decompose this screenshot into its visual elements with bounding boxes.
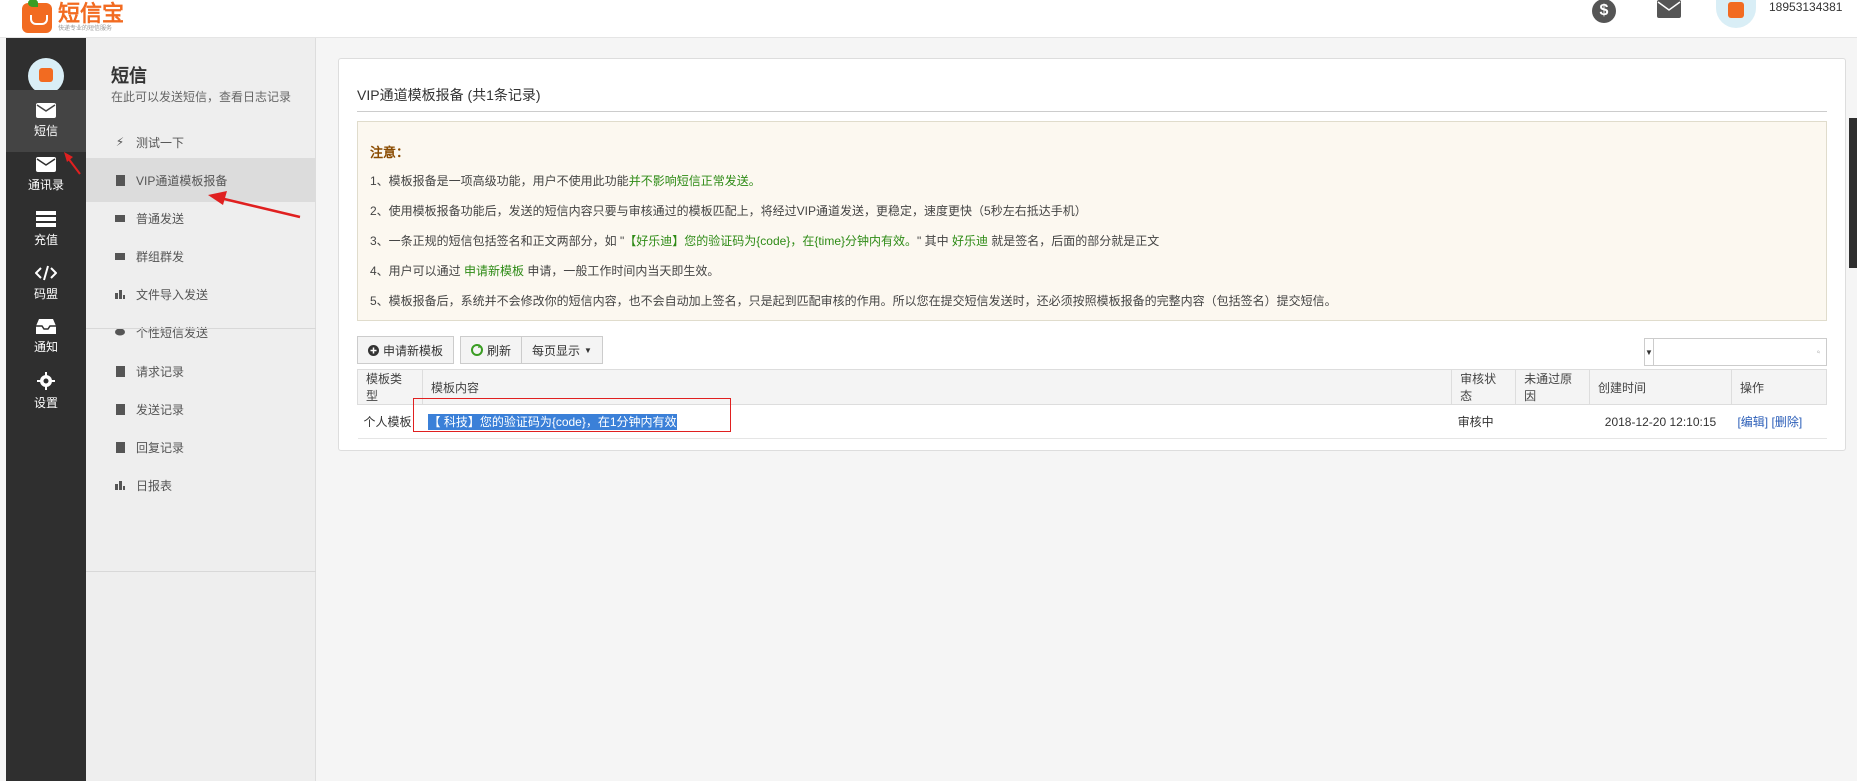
caret-down-icon: ▼: [1645, 347, 1653, 357]
messages-button[interactable]: [1656, 0, 1682, 22]
sidebar-logo: [28, 58, 64, 94]
page-title: VIP通道模板报备 (共1条记录): [357, 87, 541, 103]
template-panel: VIP通道模板报备 (共1条记录) 注意： 1、模板报备是一项高级功能，用户不使…: [338, 58, 1846, 451]
subnav-item-label: 发送记录: [136, 402, 185, 417]
sub-sidebar: 短信 在此可以发送短信，查看日志记录 ⚡ 测试一下 VIP通道模板报备 普通发送…: [86, 38, 316, 781]
per-page-dropdown[interactable]: 每页显示 ▼: [521, 336, 603, 364]
code-icon: [35, 265, 57, 280]
search-input[interactable]: [1653, 339, 1817, 365]
notice-heading: 注意：: [370, 145, 410, 160]
sidebar-item-label: 充值: [33, 232, 58, 247]
edit-link[interactable]: [编辑]: [1737, 415, 1768, 429]
notice-line-4: 4、用户可以通过 申请新模板 申请，一般工作时间内当天即生效。: [370, 264, 720, 278]
notice-line-3: 3、一条正规的短信包括签名和正文两部分，如 "【好乐迪】您的验证码为{code}…: [370, 234, 1160, 248]
balance-button[interactable]: $: [1591, 0, 1617, 24]
row-actions: [编辑] [删除]: [1731, 404, 1827, 439]
search-icon[interactable]: [1817, 345, 1820, 359]
subnav-item-custom-send[interactable]: 个性短信发送: [86, 310, 316, 354]
subnav-item-label: 请求记录: [136, 364, 185, 379]
subnav-divider: [86, 571, 316, 572]
column-header[interactable]: 审核状态: [1451, 369, 1517, 405]
refresh-button[interactable]: 刷新: [460, 336, 522, 364]
annotation-highlight-box: [413, 398, 731, 432]
bolt-icon: ⚡: [115, 135, 125, 149]
chart-icon: [114, 288, 126, 300]
search-field-dropdown[interactable]: ▼: [1645, 339, 1654, 365]
logo-subtitle: 快递专业的短信服务: [58, 26, 113, 32]
subnav-item-label: 群组群发: [136, 249, 185, 264]
subnav-item-label: 个性短信发送: [136, 325, 209, 340]
refresh-icon: [471, 344, 484, 356]
scrollbar-handle[interactable]: [1849, 118, 1857, 268]
subnav-item-label: 普通发送: [136, 211, 185, 226]
apply-template-button[interactable]: 申请新模板: [357, 336, 455, 364]
sidebar-item-settings[interactable]: 设置: [6, 360, 86, 422]
logo-icon: [22, 0, 52, 33]
search-box: ▼: [1644, 338, 1827, 366]
book-icon: [114, 441, 126, 453]
book-icon: [114, 403, 126, 415]
mail-icon: [36, 103, 56, 118]
sidebar-item-label: 通知: [33, 340, 58, 354]
subnav-item-label: VIP通道模板报备: [136, 173, 228, 188]
user-avatar[interactable]: [1716, 0, 1756, 28]
annotation-arrow-icon: [208, 191, 301, 219]
sidebar-item-sms[interactable]: 短信: [6, 90, 86, 152]
sidebar-item-notify[interactable]: 通知: [6, 306, 86, 368]
notice-line-1: 1、模板报备是一项高级功能，用户不使用此功能并不影响短信正常发送。: [370, 174, 761, 188]
sidebar-item-label: 通讯录: [27, 178, 64, 192]
column-header[interactable]: 操作: [1730, 369, 1828, 405]
apply-template-link[interactable]: 申请新模板: [464, 264, 524, 278]
subnav-item-daily-report[interactable]: 日报表: [86, 463, 316, 507]
mail-icon: [1657, 0, 1681, 18]
top-header: 短信宝 快递专业的短信服务 $ 18953134381: [0, 0, 1857, 38]
table-toolbar: 申请新模板 刷新 每页显示 ▼: [357, 336, 603, 364]
sidebar-item-codes[interactable]: 码盟: [6, 252, 86, 314]
subnav-title: 短信: [111, 66, 147, 86]
column-header[interactable]: 未通过原因: [1515, 369, 1590, 405]
gear-icon: [37, 371, 55, 390]
app-logo[interactable]: 短信宝 快递专业的短信服务: [22, 0, 124, 36]
annotation-arrow-icon: [64, 152, 81, 175]
subnav-divider: [86, 328, 316, 329]
book-icon: [114, 174, 126, 186]
chart-icon: [114, 479, 126, 491]
subnav-item-label: 文件导入发送: [136, 287, 209, 302]
sidebar-item-label: 短信: [33, 124, 58, 138]
column-header[interactable]: 创建时间: [1589, 369, 1732, 405]
plus-circle-icon: [368, 344, 379, 356]
sidebar-item-recharge[interactable]: 充值: [6, 198, 86, 260]
dollar-icon: $: [1592, 0, 1616, 23]
review-status: 审核中: [1451, 404, 1516, 439]
reject-reason: [1515, 404, 1590, 439]
title-divider: [357, 111, 1827, 112]
contacts-icon: [36, 157, 56, 172]
subnav-item-label: 回复记录: [136, 440, 185, 455]
subnav-item-label: 测试一下: [136, 135, 185, 150]
user-phone[interactable]: 18953134381: [1769, 0, 1842, 14]
created-time: 2018-12-20 12:10:15: [1589, 404, 1732, 439]
subnav-item-label: 日报表: [136, 478, 173, 493]
notice-box: 注意： 1、模板报备是一项高级功能，用户不使用此功能并不影响短信正常发送。 2、…: [357, 121, 1827, 321]
subnav-description: 在此可以发送短信，查看日志记录: [111, 90, 292, 104]
sidebar-item-label: 设置: [33, 395, 58, 410]
logo-title: 短信宝: [58, 1, 125, 26]
notice-line-2: 2、使用模板报备功能后，发送的短信内容只要与审核通过的模板匹配上，将经过VIP通…: [370, 204, 1087, 218]
delete-link[interactable]: [删除]: [1771, 415, 1802, 429]
recharge-icon: [36, 210, 56, 227]
notice-line-5: 5、模板报备后，系统并不会修改你的短信内容，也不会自动加上签名，只是起到匹配审核…: [370, 294, 1337, 308]
sidebar-item-label: 码盟: [33, 286, 58, 301]
inbox-icon: [36, 319, 56, 334]
mail-icon: [114, 250, 126, 262]
book-icon: [114, 365, 126, 377]
chevron-down-icon: ▼: [584, 345, 592, 355]
mail-icon: [114, 212, 126, 224]
